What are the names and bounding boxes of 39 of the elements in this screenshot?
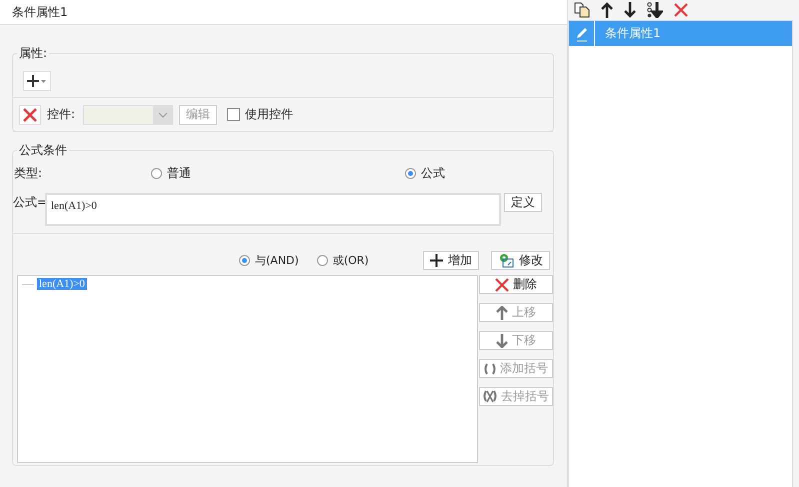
list-item[interactable]: 条件属性1 bbox=[569, 21, 792, 46]
close-icon[interactable] bbox=[674, 3, 688, 17]
radio-label: 普通 bbox=[167, 164, 191, 182]
plus-icon bbox=[430, 254, 443, 266]
radio-button[interactable] bbox=[151, 168, 162, 178]
radio-button[interactable] bbox=[316, 254, 328, 266]
group-legend: 属性: bbox=[17, 45, 50, 61]
checkbox-label: 使用控件 bbox=[245, 106, 294, 123]
brackets-icon bbox=[484, 362, 496, 374]
arrow-up-icon bbox=[496, 306, 508, 320]
close-icon bbox=[495, 278, 509, 292]
define-button[interactable]: 定义 bbox=[504, 193, 542, 212]
remove-button[interactable] bbox=[19, 104, 41, 124]
copy-icon[interactable] bbox=[574, 2, 590, 18]
radio-label: 与(AND) bbox=[255, 252, 299, 268]
action-button[interactable]: 删除 bbox=[479, 275, 553, 294]
condition-item[interactable]: len(A1)>0 bbox=[37, 278, 87, 290]
arrow-down-icon bbox=[496, 334, 508, 348]
radio-label: 公式 bbox=[421, 164, 445, 182]
gear-edit-icon bbox=[498, 252, 514, 268]
radio-label: 或(OR) bbox=[332, 252, 369, 268]
arrow-down-icon[interactable] bbox=[624, 2, 636, 18]
group-legend: 公式条件 bbox=[17, 142, 69, 158]
move-bottom-icon[interactable] bbox=[647, 2, 663, 18]
modify-button[interactable]: 修改 bbox=[491, 250, 550, 270]
plus-icon bbox=[26, 73, 48, 89]
radio-button[interactable] bbox=[405, 168, 416, 178]
panel-title: 条件属性1 bbox=[12, 4, 68, 20]
checkbox[interactable] bbox=[227, 108, 240, 121]
add-dropdown-button[interactable] bbox=[23, 71, 51, 91]
type-label: 类型: bbox=[14, 164, 42, 182]
arrow-up-icon[interactable] bbox=[601, 2, 613, 18]
control-label: 控件: bbox=[47, 106, 76, 123]
close-icon bbox=[23, 108, 37, 122]
brackets-remove-icon bbox=[483, 390, 497, 403]
chevron-down-icon bbox=[158, 112, 168, 118]
add-button[interactable]: 增加 bbox=[423, 250, 479, 270]
formula-field[interactable]: len(A1)>0 bbox=[45, 193, 501, 226]
radio-button[interactable] bbox=[239, 254, 250, 266]
